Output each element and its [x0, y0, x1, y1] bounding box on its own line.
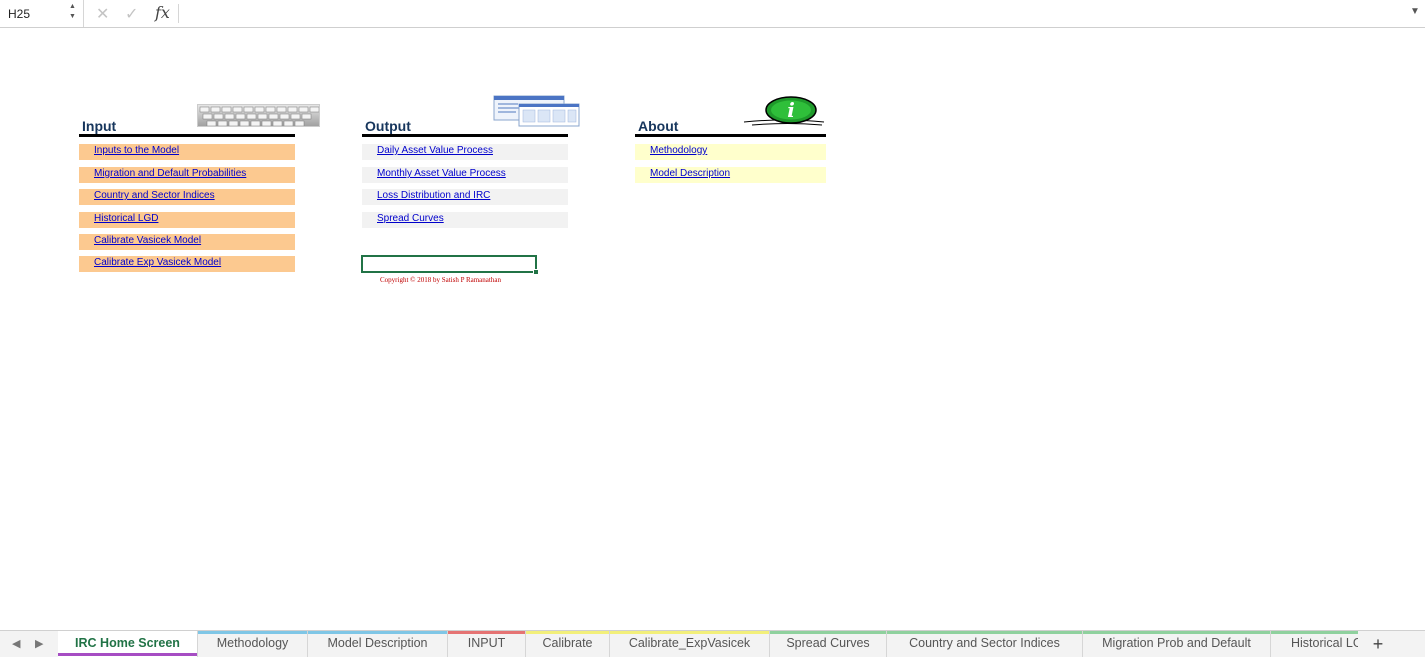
link-country-sector-indices[interactable]: Country and Sector Indices: [94, 190, 215, 201]
sheet-tab-bar: ◀ ▶ IRC Home Screen Methodology Model De…: [0, 630, 1425, 657]
tab-input[interactable]: INPUT: [448, 631, 526, 657]
tab-color-stripe: [610, 631, 769, 634]
section-title-output: Output: [365, 118, 411, 134]
section-title-input: Input: [82, 118, 117, 134]
selected-cell[interactable]: [361, 255, 539, 275]
tab-country-sector-indices[interactable]: Country and Sector Indices: [887, 631, 1083, 657]
tab-color-stripe: [1083, 631, 1270, 634]
link-monthly-asset-value[interactable]: Monthly Asset Value Process: [377, 168, 506, 179]
link-migration-default-probabilities[interactable]: Migration and Default Probabilities: [94, 168, 246, 179]
fill-handle[interactable]: [533, 269, 539, 275]
section-rule-output: [362, 134, 568, 137]
output-link-row: Monthly Asset Value Process: [362, 167, 568, 183]
link-methodology[interactable]: Methodology: [650, 145, 707, 156]
tab-color-stripe: [770, 631, 886, 634]
tab-calibrate-expvasicek[interactable]: Calibrate_ExpVasicek: [610, 631, 770, 657]
tab-spread-curves[interactable]: Spread Curves: [770, 631, 887, 657]
svg-text:i: i: [787, 98, 795, 122]
keyboard-image: [197, 104, 320, 127]
tab-calibrate[interactable]: Calibrate: [526, 631, 610, 657]
about-link-row: Methodology: [635, 144, 826, 160]
tab-color-stripe: [887, 631, 1082, 634]
copyright-text: Copyright © 2018 by Satish P Ramanathan: [380, 276, 501, 284]
input-link-row: Calibrate Vasicek Model: [79, 234, 295, 250]
tab-methodology[interactable]: Methodology: [198, 631, 308, 657]
check-icon[interactable]: ✓: [125, 4, 138, 24]
link-spread-curves[interactable]: Spread Curves: [377, 213, 444, 224]
link-calibrate-vasicek[interactable]: Calibrate Vasicek Model: [94, 235, 201, 246]
input-link-row: Inputs to the Model: [79, 144, 295, 160]
x-icon[interactable]: ✕: [96, 4, 109, 24]
tab-color-stripe: [526, 631, 609, 634]
sheet-tabs: IRC Home Screen Methodology Model Descri…: [58, 631, 1358, 657]
tab-model-description[interactable]: Model Description: [308, 631, 448, 657]
name-box-value: H25: [8, 7, 31, 21]
link-historical-lgd[interactable]: Historical LGD: [94, 213, 158, 224]
tab-color-stripe: [308, 631, 447, 634]
input-link-row: Calibrate Exp Vasicek Model: [79, 256, 295, 272]
name-box-dropdown-icon[interactable]: ▲ ▼: [69, 2, 76, 22]
link-model-description[interactable]: Model Description: [650, 168, 730, 179]
input-link-row: Country and Sector Indices: [79, 189, 295, 205]
info-icon: i: [742, 95, 826, 129]
link-calibrate-exp-vasicek[interactable]: Calibrate Exp Vasicek Model: [94, 257, 221, 268]
active-tab-indicator: [58, 653, 197, 656]
scroll-right-icon[interactable]: ▶: [35, 637, 43, 650]
tab-color-stripe: [1271, 631, 1358, 634]
link-daily-asset-value[interactable]: Daily Asset Value Process: [377, 145, 493, 156]
about-link-row: Model Description: [635, 167, 826, 183]
tab-historical-lgd[interactable]: Historical LGD: [1271, 631, 1358, 657]
output-link-row: Spread Curves: [362, 212, 568, 228]
fx-icon[interactable]: fx: [155, 3, 170, 22]
formula-input[interactable]: [184, 2, 1404, 25]
tab-color-stripe: [198, 631, 307, 634]
screens-image: [493, 95, 581, 127]
output-link-row: Daily Asset Value Process: [362, 144, 568, 160]
name-box[interactable]: H25 ▲ ▼: [0, 0, 84, 27]
input-link-row: Historical LGD: [79, 212, 295, 228]
section-title-about: About: [638, 118, 679, 134]
section-rule-input: [79, 134, 295, 137]
tab-irc-home-screen[interactable]: IRC Home Screen: [58, 631, 198, 657]
output-link-row: Loss Distribution and IRC: [362, 189, 568, 205]
formula-bar: H25 ▲ ▼ ✕ ✓ fx ▼: [0, 0, 1425, 28]
add-sheet-button[interactable]: +: [1366, 633, 1390, 655]
chevron-down-icon[interactable]: ▼: [1410, 6, 1420, 17]
link-loss-distribution-irc[interactable]: Loss Distribution and IRC: [377, 190, 490, 201]
link-inputs-to-model[interactable]: Inputs to the Model: [94, 145, 179, 156]
scroll-left-icon[interactable]: ◀: [12, 637, 20, 650]
input-link-row: Migration and Default Probabilities: [79, 167, 295, 183]
tab-migration-prob-default[interactable]: Migration Prob and Default: [1083, 631, 1271, 657]
section-rule-about: [635, 134, 826, 137]
tab-color-stripe: [448, 631, 525, 634]
formula-bar-divider: [178, 4, 179, 23]
